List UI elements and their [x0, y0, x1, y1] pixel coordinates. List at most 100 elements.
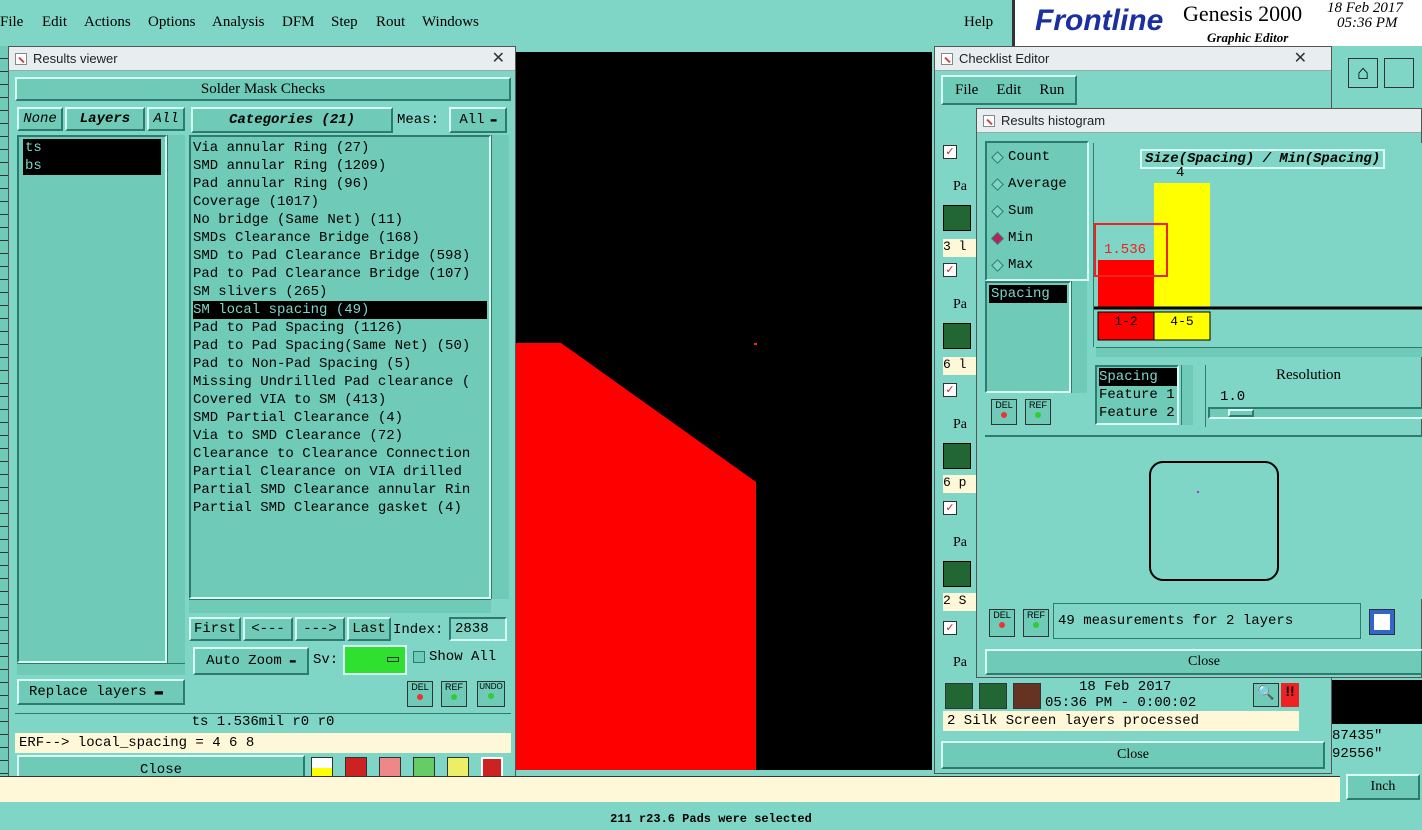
histogram-list-scrollbar[interactable] — [1071, 281, 1087, 393]
feature-item[interactable]: Feature 2 — [1099, 404, 1177, 422]
hist-ref-button-2[interactable]: REF — [1023, 609, 1049, 637]
all-button[interactable]: All — [147, 107, 185, 131]
category-item[interactable]: SMD to Pad Clearance Bridge (598) — [193, 247, 489, 265]
category-item[interactable]: Via to SMD Clearance (72) — [193, 427, 489, 445]
histogram-list[interactable]: Spacing — [985, 281, 1071, 393]
check-icon[interactable]: ✓ — [943, 263, 957, 277]
category-item[interactable]: Pad to Pad Spacing (1126) — [193, 319, 489, 337]
replace-layers-dropdown[interactable]: Replace layers ▬ — [17, 679, 185, 705]
slider-thumb[interactable] — [1228, 409, 1254, 417]
menu-options[interactable]: Options — [148, 14, 196, 31]
mode-radio-max[interactable]: Max — [991, 257, 1033, 273]
category-item[interactable]: SMD annular Ring (1209) — [193, 157, 489, 175]
none-button[interactable]: None — [17, 107, 63, 131]
menu-dfm[interactable]: DFM — [282, 14, 315, 31]
feature-item[interactable]: Spacing — [1099, 368, 1177, 386]
run-icon[interactable] — [943, 561, 971, 587]
show-all-checkbox[interactable] — [413, 651, 425, 663]
feature-item[interactable]: Feature 1 — [1099, 386, 1177, 404]
category-item[interactable]: Via annular Ring (27) — [193, 139, 489, 157]
del-button[interactable]: DEL — [407, 681, 433, 707]
chart-settings-icon[interactable] — [1369, 609, 1395, 635]
category-item[interactable]: SMD Partial Clearance (4) — [193, 409, 489, 427]
menu-edit[interactable]: Edit — [996, 82, 1021, 99]
layer-item[interactable]: bs — [23, 157, 161, 175]
meas-dropdown[interactable]: All ▬ — [449, 107, 507, 133]
category-item[interactable]: SM slivers (265) — [193, 283, 489, 301]
histogram-close-button[interactable]: Close — [985, 649, 1422, 675]
mode-radio-sum[interactable]: Sum — [991, 203, 1033, 219]
run-icon[interactable] — [1013, 683, 1041, 709]
check-icon[interactable]: ✓ — [943, 145, 957, 159]
unit-dropdown[interactable]: Inch — [1346, 774, 1420, 800]
run-icon[interactable] — [979, 683, 1007, 709]
category-item[interactable]: Covered VIA to SM (413) — [193, 391, 489, 409]
layers-list[interactable]: ts bs — [17, 135, 167, 663]
grid-icon[interactable] — [1384, 58, 1414, 88]
chart-hscroll[interactable] — [1096, 347, 1422, 357]
layer-item[interactable]: ts — [23, 139, 161, 157]
mode-radio-average[interactable]: Average — [991, 176, 1067, 192]
mode-radio-count[interactable]: Count — [991, 149, 1050, 165]
graphics-canvas[interactable] — [508, 52, 932, 770]
menu-actions[interactable]: Actions — [84, 14, 131, 31]
category-item[interactable]: Coverage (1017) — [193, 193, 489, 211]
menu-help[interactable]: Help — [964, 14, 993, 31]
sv-color-dropdown[interactable] — [343, 645, 407, 675]
feature-list[interactable]: Spacing Feature 1 Feature 2 — [1095, 365, 1179, 425]
category-item[interactable]: Partial SMD Clearance annular Rin — [193, 481, 489, 499]
run-icon[interactable] — [943, 205, 971, 231]
close-icon[interactable]: ✕ — [492, 48, 505, 68]
menu-rout[interactable]: Rout — [376, 14, 405, 31]
home-icon[interactable]: ⌂ — [1348, 58, 1378, 88]
menu-step[interactable]: Step — [331, 14, 358, 31]
list-item[interactable]: Spacing — [989, 285, 1067, 303]
categories-button[interactable]: Categories (21) — [191, 107, 393, 133]
menu-analysis[interactable]: Analysis — [212, 14, 265, 31]
layers-button[interactable]: Layers — [65, 107, 145, 131]
categories-scrollbar[interactable] — [491, 135, 509, 599]
category-item[interactable]: Pad to Non-Pad Spacing (5) — [193, 355, 489, 373]
menu-file[interactable]: File — [0, 14, 23, 31]
categories-hscroll[interactable] — [189, 599, 491, 613]
checklist-close-button[interactable]: Close — [941, 741, 1325, 769]
hist-del-button-2[interactable]: DEL — [989, 609, 1015, 637]
resolution-slider[interactable] — [1208, 407, 1422, 419]
feature-scrollbar[interactable] — [1181, 365, 1193, 425]
category-item[interactable]: Partial Clearance on VIA drilled — [193, 463, 489, 481]
menu-edit[interactable]: Edit — [42, 14, 67, 31]
category-item[interactable]: SM local spacing (49) — [193, 301, 487, 319]
category-item[interactable]: SMDs Clearance Bridge (168) — [193, 229, 489, 247]
last-button[interactable]: Last — [347, 617, 391, 641]
category-item[interactable]: Pad to Pad Spacing(Same Net) (50) — [193, 337, 489, 355]
results-viewer-titlebar[interactable]: Results viewer ✕ — [9, 47, 515, 71]
check-icon[interactable]: ✓ — [943, 621, 957, 635]
index-input[interactable]: 2838 — [449, 617, 507, 641]
check-icon[interactable]: ✓ — [943, 383, 957, 397]
category-item[interactable]: Clearance to Clearance Connection — [193, 445, 489, 463]
layers-hscroll[interactable] — [17, 663, 185, 675]
category-item[interactable]: Partial SMD Clearance gasket (4) — [193, 499, 489, 517]
category-item[interactable]: No bridge (Same Net) (11) — [193, 211, 489, 229]
hist-del-button[interactable]: DEL — [991, 399, 1017, 425]
zoom-icon[interactable]: 🔍 — [1253, 683, 1279, 707]
run-icon[interactable] — [943, 443, 971, 469]
auto-zoom-dropdown[interactable]: Auto Zoom ▬ — [193, 647, 309, 675]
categories-list[interactable]: Via annular Ring (27) SMD annular Ring (1… — [189, 135, 491, 599]
undo-button[interactable]: UNDO — [477, 681, 505, 707]
checklist-titlebar[interactable]: Checklist Editor ✕ — [935, 47, 1331, 71]
run-icon[interactable] — [943, 323, 971, 349]
menu-file[interactable]: File — [955, 82, 978, 99]
next-button[interactable]: ---> — [295, 617, 345, 641]
prev-button[interactable]: <--- — [243, 617, 293, 641]
layers-scrollbar[interactable] — [167, 135, 185, 663]
ref-button[interactable]: REF — [441, 681, 467, 707]
mode-radio-min[interactable]: Min — [991, 230, 1033, 246]
check-icon[interactable]: ✓ — [943, 501, 957, 515]
close-icon[interactable]: ✕ — [1294, 48, 1307, 68]
category-item[interactable]: Missing Undrilled Pad clearance ( — [193, 373, 489, 391]
run-icon[interactable] — [945, 683, 973, 709]
category-item[interactable]: Pad to Pad Clearance Bridge (107) — [193, 265, 489, 283]
menu-run[interactable]: Run — [1039, 82, 1064, 99]
first-button[interactable]: First — [189, 617, 241, 641]
